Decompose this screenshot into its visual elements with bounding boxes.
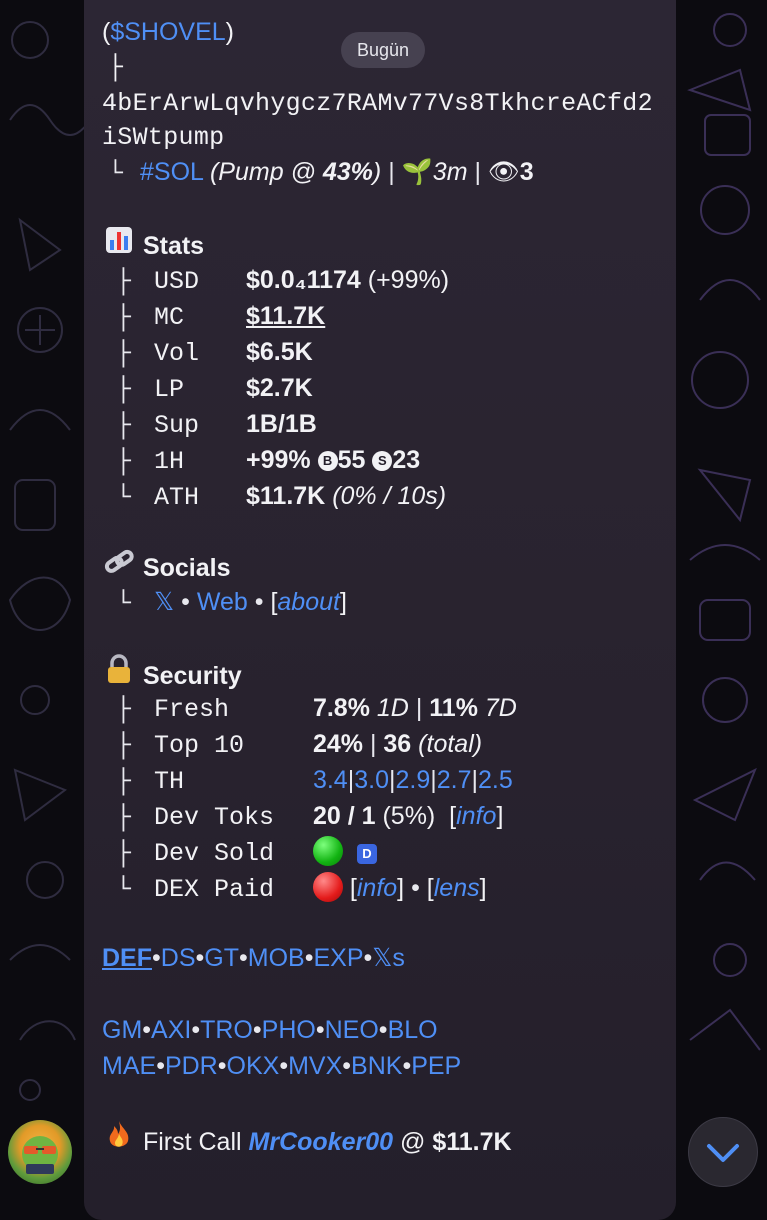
scroll-down-button[interactable] — [688, 1117, 758, 1187]
caller-username-link[interactable]: MrCooker00 — [249, 1128, 394, 1156]
first-call-line: First Call MrCooker00 @ $11.7K — [102, 1120, 512, 1160]
sells-icon: S — [372, 451, 393, 471]
dex-info-link[interactable]: info — [357, 874, 397, 902]
security-row-dev-sold: ├ Dev Sold D — [102, 834, 377, 872]
link-icon — [102, 548, 136, 586]
tree-branch: ├ — [108, 53, 124, 82]
link-def[interactable]: DEF — [102, 944, 152, 972]
th-link[interactable]: 3.0 — [354, 766, 389, 794]
dev-badge-icon[interactable]: D — [356, 844, 377, 864]
security-row-dev-toks: ├ Dev Toks 20 / 1 (5%) [info] — [116, 802, 504, 832]
link-xs[interactable]: 𝕏s — [372, 944, 405, 972]
link-pep[interactable]: PEP — [411, 1052, 461, 1080]
link-exp[interactable]: EXP — [313, 944, 363, 972]
quick-links-row-3: MAE•PDR•OKX•MVX•BNK•PEP — [102, 1052, 462, 1080]
buys-icon: B — [317, 451, 338, 471]
avatar[interactable] — [8, 1120, 72, 1184]
link-mvx[interactable]: MVX — [288, 1052, 342, 1080]
stats-row-mc: ├ MC $11.7K — [116, 302, 326, 332]
quick-links-row-2: GM•AXI•TRO•PHO•NEO•BLO — [102, 1016, 438, 1044]
token-address-line1[interactable]: 4bErArwLqvhygcz7RAMv77Vs8TkhcreACfd2 — [102, 86, 653, 122]
chain-line: └ #SOL (Pump @ 43%) | 🌱3m | 👁3 — [108, 158, 534, 188]
green-circle-icon — [312, 836, 343, 866]
link-mob[interactable]: MOB — [248, 944, 305, 972]
th-link[interactable]: 3.4 — [313, 766, 348, 794]
link-bnk[interactable]: BNK — [351, 1052, 402, 1080]
dev-toks-info-link[interactable]: info — [456, 802, 496, 830]
token-ticker-line: ($SHOVEL) — [102, 18, 234, 46]
security-row-dex-paid: └ DEX Paid [info] • [lens] — [116, 872, 487, 904]
link-pho[interactable]: PHO — [262, 1016, 316, 1044]
stats-row-1h: ├ 1H +99% B 55 S 23 — [116, 446, 421, 476]
date-pill: Bugün — [341, 32, 425, 68]
quick-links-row-1: DEF•DS•GT•MOB•EXP•𝕏s — [102, 944, 405, 972]
security-row-th: ├ TH 3.4|3.0|2.9|2.7|2.5 — [116, 766, 513, 796]
x-link[interactable]: 𝕏 — [154, 588, 174, 616]
security-heading: Security — [102, 654, 242, 694]
lens-link[interactable]: lens — [434, 874, 480, 902]
stats-row-ath: └ ATH $11.7K (0% / 10s) — [116, 482, 447, 512]
chevron-down-icon — [707, 1144, 739, 1162]
token-address-line2[interactable]: iSWtpump — [102, 120, 224, 156]
bar-chart-icon — [102, 226, 136, 264]
th-link[interactable]: 2.9 — [395, 766, 430, 794]
th-link[interactable]: 2.5 — [478, 766, 513, 794]
fire-icon — [102, 1120, 136, 1160]
link-mae[interactable]: MAE — [102, 1052, 156, 1080]
link-pdr[interactable]: PDR — [165, 1052, 218, 1080]
stats-row-sup: ├ Sup 1B/1B — [116, 410, 317, 440]
link-okx[interactable]: OKX — [227, 1052, 280, 1080]
stats-row-usd: ├ USD $0.0₄1174 (+99%) — [116, 266, 450, 296]
eye-icon: 👁 — [487, 158, 520, 186]
lock-icon — [102, 654, 136, 694]
stats-row-vol: ├ Vol $6.5K — [116, 338, 313, 368]
about-link[interactable]: about — [277, 588, 340, 616]
seedling-icon: 🌱 — [401, 158, 433, 186]
link-gt[interactable]: GT — [204, 944, 239, 972]
link-axi[interactable]: AXI — [151, 1016, 191, 1044]
security-row-top10: ├ Top 10 24% | 36 (total) — [116, 730, 483, 760]
stats-heading: Stats — [102, 226, 204, 264]
link-tro[interactable]: TRO — [200, 1016, 253, 1044]
link-neo[interactable]: NEO — [325, 1016, 379, 1044]
link-ds[interactable]: DS — [161, 944, 196, 972]
link-blo[interactable]: BLO — [388, 1016, 438, 1044]
stats-row-lp: ├ LP $2.7K — [116, 374, 313, 404]
socials-links: └ 𝕏 • Web • [about] — [116, 588, 347, 618]
red-circle-icon — [312, 872, 343, 902]
chain-hashtag[interactable]: #SOL — [140, 158, 203, 186]
th-link[interactable]: 2.7 — [437, 766, 472, 794]
mc-link[interactable]: $11.7K — [246, 302, 325, 330]
web-link[interactable]: Web — [197, 588, 248, 616]
link-gm[interactable]: GM — [102, 1016, 142, 1044]
socials-heading: Socials — [102, 548, 231, 586]
ticker-link[interactable]: $SHOVEL — [110, 18, 225, 46]
security-row-fresh: ├ Fresh 7.8% 1D | 11% 7D — [116, 694, 517, 724]
